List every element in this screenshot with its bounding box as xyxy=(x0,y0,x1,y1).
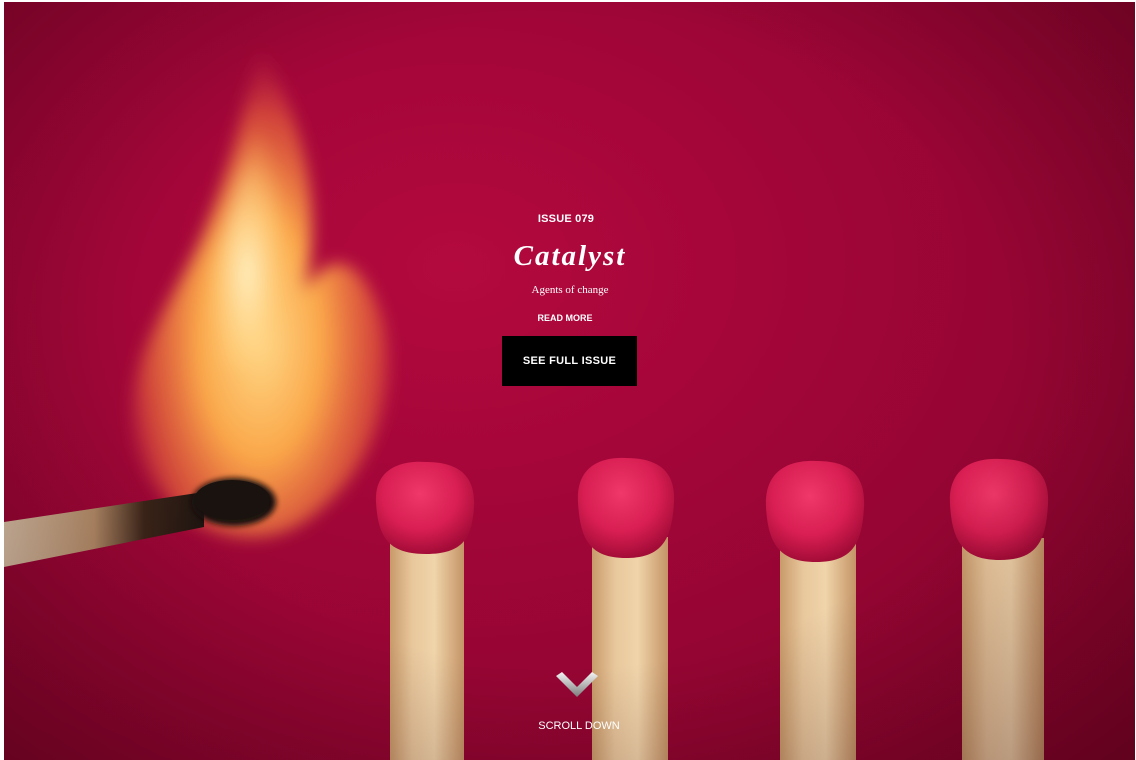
match-stick-3 xyxy=(765,460,865,760)
read-more-link[interactable]: READ MORE xyxy=(520,313,610,323)
flame xyxy=(131,42,390,538)
burnt-match xyxy=(4,478,276,567)
scroll-down-label[interactable]: SCROLL DOWN xyxy=(520,720,638,732)
see-full-issue-button[interactable]: SEE FULL ISSUE xyxy=(502,336,637,386)
issue-number: ISSUE 079 xyxy=(537,213,595,225)
match-stick-4 xyxy=(949,458,1049,760)
issue-subtitle: Agents of change xyxy=(531,284,609,296)
chevron-down-icon[interactable] xyxy=(554,670,600,702)
match-stick-1 xyxy=(375,461,475,760)
match-stick-2 xyxy=(577,457,675,760)
issue-title: Catalyst xyxy=(513,240,627,272)
